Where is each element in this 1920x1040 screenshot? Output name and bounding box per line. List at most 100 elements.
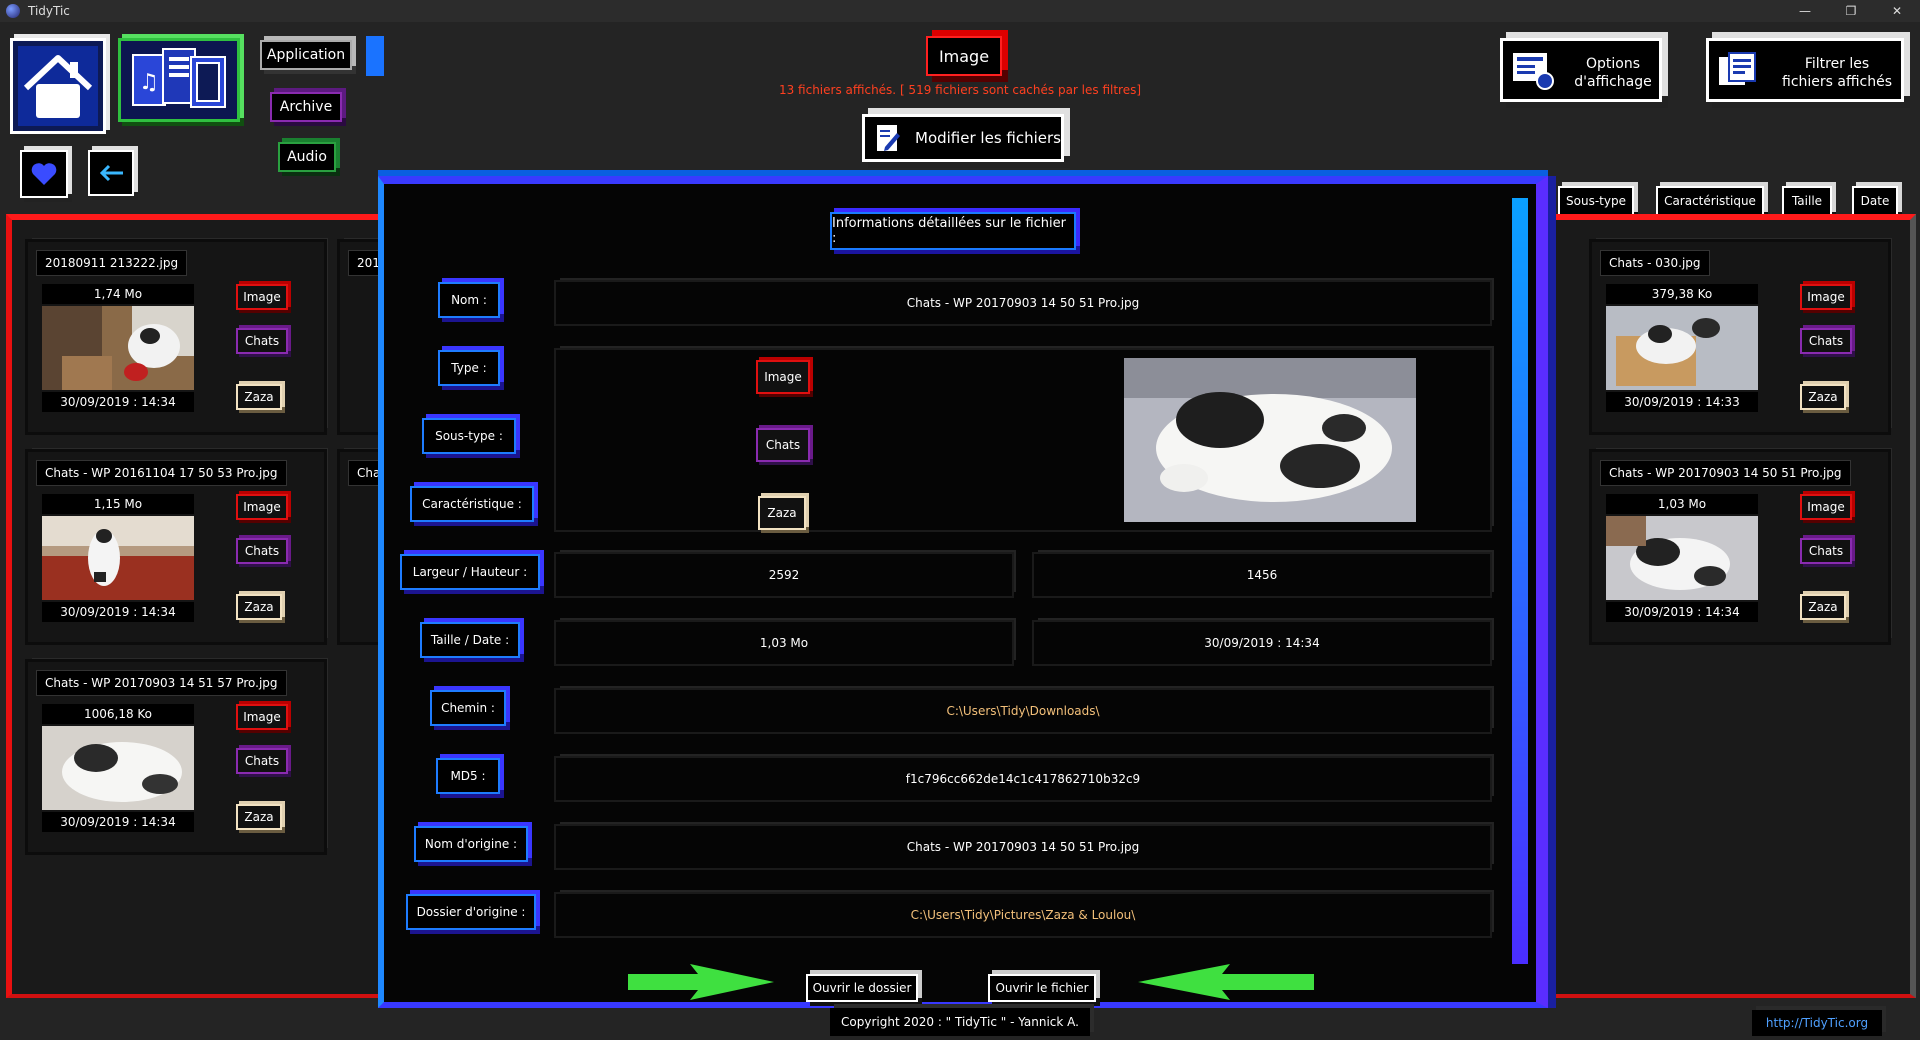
filter-files-icon (1719, 52, 1756, 85)
file-card-date: 30/09/2019 : 14:34 (42, 812, 194, 832)
file-subtype-tag[interactable]: Chats (1800, 328, 1852, 354)
file-card-date: 30/09/2019 : 14:34 (1606, 602, 1758, 622)
right-arrow-icon (628, 964, 774, 1000)
category-audio-button[interactable]: Audio (278, 142, 336, 172)
label-path: Chemin : (430, 690, 506, 726)
close-button[interactable]: ✕ (1874, 0, 1920, 22)
media-files-button[interactable]: ♫ (118, 38, 240, 122)
sort-tab-characteristic[interactable]: Caractéristique (1656, 186, 1764, 216)
file-type-tag[interactable]: Image (236, 704, 288, 730)
file-characteristic-tag[interactable]: Zaza (236, 594, 282, 620)
detail-type-tag[interactable]: Image (756, 360, 810, 394)
details-header: Informations détaillées sur le fichier : (830, 212, 1076, 250)
home-button[interactable] (10, 38, 106, 134)
back-button[interactable] (88, 150, 134, 196)
file-type-tag[interactable]: Image (1800, 494, 1852, 520)
file-characteristic-tag[interactable]: Zaza (236, 804, 282, 830)
sort-tab-subtype[interactable]: Sous-type (1558, 186, 1634, 216)
value-name: Chats - WP 20170903 14 50 51 Pro.jpg (556, 282, 1490, 324)
file-subtype-tag[interactable]: Chats (236, 328, 288, 354)
file-card-size: 1,74 Mo (42, 284, 194, 304)
file-characteristic-tag[interactable]: Zaza (1800, 384, 1846, 410)
svg-text:♫: ♫ (139, 70, 159, 95)
file-type-tag[interactable]: Image (1800, 284, 1852, 310)
file-thumbnail (42, 726, 194, 810)
file-thumbnail (42, 306, 194, 390)
heart-icon (31, 163, 57, 185)
file-card[interactable]: Chats - WP 20170903 14 50 51 Pro.jpg 1,0… (1592, 452, 1888, 642)
display-options-button[interactable]: Options d'affichage (1500, 38, 1662, 102)
category-application-button[interactable]: Application (260, 40, 352, 70)
label-original-name: Nom d'origine : (414, 826, 528, 862)
label-type: Type : (438, 350, 500, 386)
file-thumbnail (1606, 306, 1758, 390)
file-details-dialog: Informations détaillées sur le fichier :… (378, 176, 1548, 1008)
display-options-label: Options d'affichage (1574, 56, 1652, 90)
file-card-name: Chats - WP 20161104 17 50 53 Pro.jpg (36, 460, 287, 486)
modify-files-button[interactable]: Modifier les fichiers (862, 114, 1064, 162)
media-files-icon: ♫ (132, 48, 226, 108)
file-card-size: 1,03 Mo (1606, 494, 1758, 514)
file-card[interactable]: 20180911 213222.jpg 1,74 Mo 30/09/2019 :… (28, 242, 324, 432)
modify-files-label: Modifier les fichiers (915, 129, 1061, 147)
file-card-size: 1,15 Mo (42, 494, 194, 514)
value-width: 2592 (556, 554, 1012, 596)
file-characteristic-tag[interactable]: Zaza (1800, 594, 1846, 620)
restore-button[interactable]: ❐ (1828, 0, 1874, 22)
app-logo-icon (6, 4, 20, 18)
minimize-button[interactable]: — (1782, 0, 1828, 22)
file-card-date: 30/09/2019 : 14:34 (42, 392, 194, 412)
file-card-date: 30/09/2019 : 14:34 (42, 602, 194, 622)
file-subtype-tag[interactable]: Chats (1800, 538, 1852, 564)
sort-tab-date[interactable]: Date (1852, 186, 1898, 216)
value-date: 30/09/2019 : 14:34 (1034, 622, 1490, 664)
file-characteristic-tag[interactable]: Zaza (236, 384, 282, 410)
status-text: 13 fichiers affichés. [ 519 fichiers son… (778, 83, 1142, 97)
file-type-tag[interactable]: Image (236, 284, 288, 310)
file-card[interactable]: Chats - 030.jpg 379,38 Ko 30/09/2019 : 1… (1592, 242, 1888, 432)
filter-files-button[interactable]: Filtrer les fichiers affichés (1706, 38, 1904, 102)
title-bar: TidyTic — ❐ ✕ (0, 0, 1920, 22)
edit-document-icon (877, 125, 900, 151)
detail-subtype-tag[interactable]: Chats (756, 428, 810, 462)
file-thumbnail (42, 516, 194, 600)
copyright-text: Copyright 2020 : " TidyTic " - Yannick A… (830, 1008, 1090, 1036)
label-size-date: Taille / Date : (420, 622, 520, 658)
file-subtype-tag[interactable]: Chats (236, 538, 288, 564)
filter-files-label: Filtrer les fichiers affichés (1782, 56, 1892, 90)
file-subtype-tag[interactable]: Chats (236, 748, 288, 774)
file-type-tag[interactable]: Image (236, 494, 288, 520)
file-card-name: Chats - WP 20170903 14 50 51 Pro.jpg (1600, 460, 1851, 486)
category-archive-button[interactable]: Archive (270, 92, 342, 122)
value-height: 1456 (1034, 554, 1490, 596)
back-arrow-icon (99, 164, 123, 182)
file-card-size: 379,38 Ko (1606, 284, 1758, 304)
file-card-name: 20180911 213222.jpg (36, 250, 188, 276)
file-card-size: 1006,18 Ko (42, 704, 194, 724)
category-image-button[interactable]: Image (926, 36, 1002, 76)
value-path: C:\Users\Tidy\Downloads\ (556, 690, 1490, 732)
left-arrow-icon (1138, 964, 1314, 1000)
dialog-scrollbar[interactable] (1512, 198, 1528, 964)
favorites-button[interactable] (20, 150, 68, 198)
label-md5: MD5 : (436, 758, 500, 794)
detail-characteristic-tag[interactable]: Zaza (758, 496, 806, 530)
home-icon (18, 46, 98, 126)
value-md5: f1c796cc662de14c1c417862710b32c9 (556, 758, 1490, 800)
display-settings-icon (1513, 53, 1554, 90)
sort-tab-size[interactable]: Taille (1782, 186, 1832, 216)
label-subtype: Sous-type : (422, 418, 516, 454)
value-original-folder: C:\Users\Tidy\Pictures\Zaza & Loulou\ (556, 894, 1490, 936)
open-folder-button[interactable]: Ouvrir le dossier (806, 974, 918, 1002)
window-controls: — ❐ ✕ (1782, 0, 1920, 22)
label-characteristic: Caractéristique : (410, 486, 534, 522)
application-indicator (366, 36, 384, 76)
window-title: TidyTic (28, 4, 70, 18)
file-card[interactable]: Chats - WP 20170903 14 51 57 Pro.jpg 100… (28, 662, 324, 852)
file-card[interactable]: Chats - WP 20161104 17 50 53 Pro.jpg 1,1… (28, 452, 324, 642)
file-card-name: Chats - 030.jpg (1600, 250, 1710, 276)
image-preview (1124, 358, 1416, 522)
label-name: Nom : (438, 282, 500, 318)
website-link[interactable]: http://TidyTic.org (1752, 1010, 1882, 1036)
open-file-button[interactable]: Ouvrir le fichier (988, 974, 1096, 1002)
